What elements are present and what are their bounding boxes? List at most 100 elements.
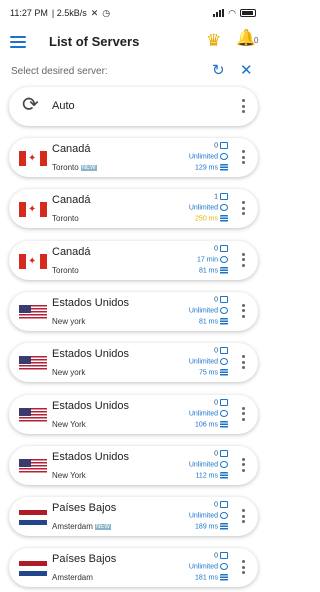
battery-icon <box>240 9 256 17</box>
server-users: 0 <box>214 142 228 149</box>
server-bars-icon <box>220 369 228 377</box>
server-item[interactable]: Estados Unidos New york 0 Unlimited 75 ms <box>9 343 258 383</box>
more-options-icon[interactable] <box>242 509 246 524</box>
server-users: 0 <box>214 501 228 508</box>
server-city: Toronto NEW <box>52 163 97 172</box>
clock-icon <box>220 153 228 160</box>
usa-flag-icon <box>19 356 47 372</box>
auto-server-item[interactable]: ⟳ Auto <box>9 87 258 126</box>
server-users: 1 <box>214 193 228 201</box>
server-item[interactable]: Estados Unidos New York 0 Unlimited 106 ms <box>9 394 258 434</box>
refresh-icon[interactable]: ↻ <box>212 63 225 78</box>
canada-flag-icon <box>19 151 47 166</box>
crown-icon[interactable]: ♛ <box>206 32 221 49</box>
bell-icon[interactable]: 🔔 <box>236 31 256 47</box>
clock-icon <box>220 255 228 263</box>
auto-refresh-icon: ⟳ <box>22 94 39 116</box>
server-city: New York <box>52 419 86 429</box>
server-ping: 181 ms <box>195 574 228 582</box>
server-bars-icon <box>220 164 228 171</box>
users-icon <box>220 347 228 355</box>
clock-icon <box>220 563 228 571</box>
users-icon <box>220 501 228 509</box>
auto-label: Auto <box>52 100 75 112</box>
notification-count: 0 <box>254 36 259 45</box>
server-ping: 250 ms <box>195 215 228 223</box>
clock-icon <box>220 460 228 468</box>
server-country: Estados Unidos <box>52 348 130 361</box>
more-options-icon[interactable] <box>242 457 246 472</box>
server-item[interactable]: Países Bajos Amsterdam NEW 0 Unlimited 189 ms <box>9 497 258 537</box>
server-country: Estados Unidos <box>52 399 130 412</box>
select-row: Select desired server: ↻ ✕ <box>0 62 266 82</box>
server-users: 0 <box>214 449 228 457</box>
usa-flag-icon <box>19 407 47 423</box>
more-options-icon[interactable] <box>242 99 246 113</box>
server-ping: 81 ms <box>199 317 228 325</box>
clock-icon <box>220 358 228 366</box>
users-icon <box>220 295 228 303</box>
more-options-icon[interactable] <box>242 406 246 421</box>
more-options-icon[interactable] <box>242 560 246 575</box>
more-options-icon[interactable] <box>242 150 246 164</box>
server-time: Unlimited <box>189 409 228 417</box>
server-time: Unlimited <box>189 306 228 314</box>
users-icon <box>220 193 228 201</box>
server-ping: 129 ms <box>195 164 228 171</box>
server-time: Unlimited <box>189 460 228 468</box>
app-bar: List of Servers ♛ 🔔 0 <box>0 26 266 58</box>
users-icon <box>220 244 228 252</box>
more-options-icon[interactable] <box>242 303 246 318</box>
server-bars-icon <box>220 420 228 428</box>
mute-icon: ✕ <box>90 7 99 18</box>
server-bars-icon <box>220 523 228 531</box>
close-icon[interactable]: ✕ <box>240 63 253 78</box>
server-item[interactable]: Estados Unidos New york 0 Unlimited 81 ms <box>9 291 258 331</box>
server-country: Canadá <box>52 143 91 155</box>
usa-flag-icon <box>19 304 47 320</box>
server-item[interactable]: Estados Unidos New York 0 Unlimited 112 ms <box>9 445 258 485</box>
more-options-icon[interactable] <box>242 201 246 216</box>
server-users: 0 <box>214 295 228 303</box>
menu-icon[interactable] <box>10 36 26 48</box>
server-users: 0 <box>214 398 228 406</box>
server-time: Unlimited <box>189 153 228 160</box>
clock-icon <box>220 204 228 212</box>
server-ping: 189 ms <box>195 523 228 530</box>
server-ping: 81 ms <box>199 266 228 274</box>
server-ping: 112 ms <box>196 471 228 479</box>
users-icon <box>220 552 228 560</box>
server-time: Unlimited <box>189 563 228 571</box>
server-city: New york <box>52 316 86 326</box>
server-city: Toronto <box>52 214 79 224</box>
clock-icon <box>220 409 228 417</box>
server-city: Amsterdam NEW <box>52 522 111 532</box>
server-country: Canadá <box>52 194 91 207</box>
server-bars-icon <box>220 215 228 223</box>
server-city: Amsterdam <box>52 573 93 583</box>
server-time: 17 min <box>197 255 228 263</box>
server-country: Estados Unidos <box>52 450 130 463</box>
server-ping: 75 ms <box>199 369 228 377</box>
server-ping: 106 ms <box>195 420 228 428</box>
server-city: New York <box>52 470 86 480</box>
server-item[interactable]: Canadá Toronto 0 17 min 81 ms <box>9 240 258 280</box>
server-bars-icon <box>220 574 228 582</box>
server-time: Unlimited <box>189 512 228 519</box>
server-city: New york <box>52 368 86 378</box>
users-icon <box>220 449 228 457</box>
server-item[interactable]: Canadá TorontoNEW 0 Unlimited 129 ms <box>9 138 258 177</box>
status-bar: 11:27 PM | 2.5kB/s ✕ ◷ ◠ <box>0 0 266 26</box>
server-country: Países Bajos <box>52 553 117 566</box>
signal-icon <box>213 9 225 17</box>
more-options-icon[interactable] <box>242 252 246 267</box>
status-speed: | 2.5kB/s <box>51 8 87 18</box>
server-item[interactable]: Canadá Toronto 1 Unlimited 250 ms <box>9 189 258 229</box>
more-options-icon[interactable] <box>242 355 246 370</box>
server-item[interactable]: Países Bajos Amsterdam 0 Unlimited 181 ms <box>9 548 258 588</box>
server-country: Canadá <box>52 245 91 258</box>
server-city: Toronto <box>52 265 79 275</box>
netherlands-flag-icon <box>19 510 47 526</box>
status-time: 11:27 PM <box>10 8 48 18</box>
server-country: Estados Unidos <box>52 296 130 309</box>
